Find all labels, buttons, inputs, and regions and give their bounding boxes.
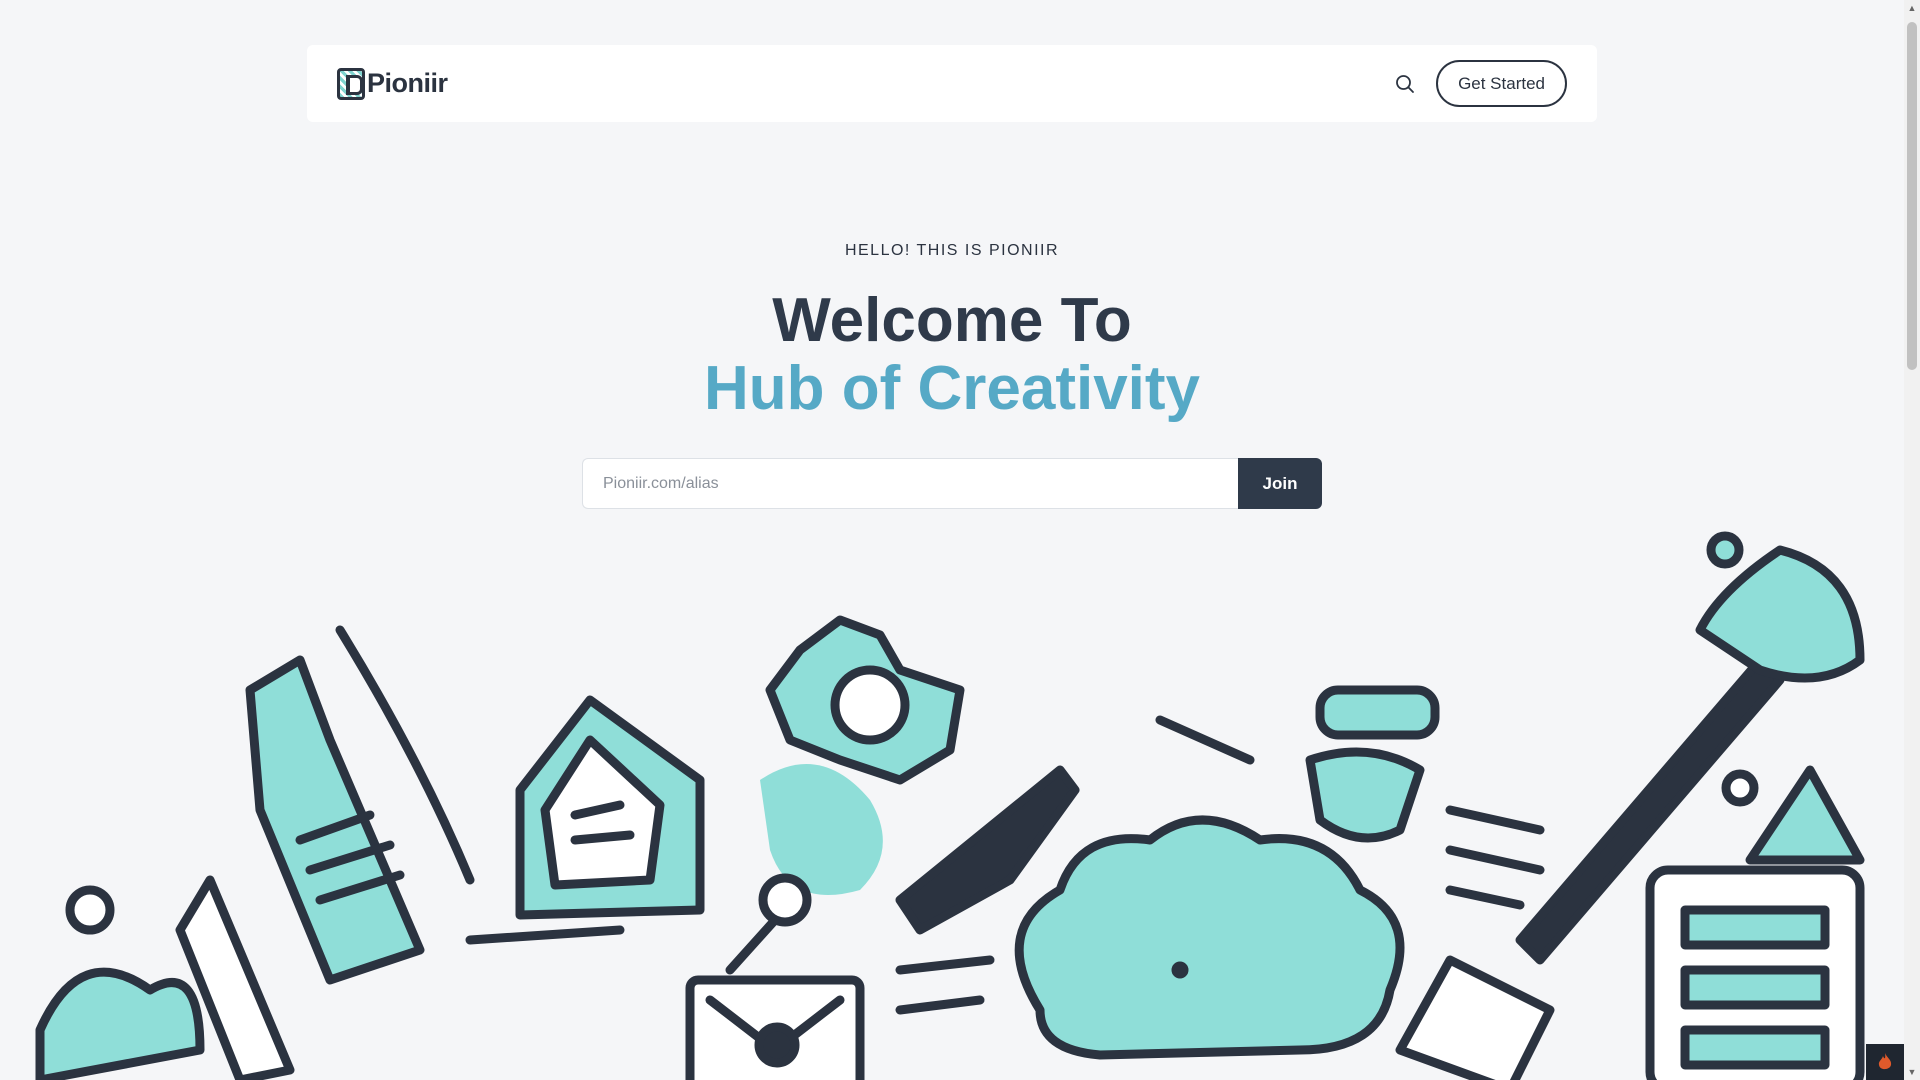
search-icon[interactable] [1390, 69, 1420, 99]
vertical-scrollbar[interactable]: ▲ ▼ [1904, 0, 1920, 1080]
floating-widget-button[interactable] [1866, 1044, 1904, 1080]
flame-icon [1878, 1053, 1892, 1070]
scrollbar-thumb[interactable] [1907, 22, 1917, 370]
get-started-button[interactable]: Get Started [1436, 60, 1567, 107]
scroll-down-arrow-icon[interactable]: ▼ [1904, 1064, 1920, 1080]
brand-name: Pioniir [367, 68, 448, 98]
hero-eyebrow: HELLO! THIS IS PIONIIR [844, 242, 1060, 259]
brand-logo[interactable]: Pioniir [337, 67, 448, 100]
join-button[interactable]: Join [1238, 458, 1322, 509]
hero-title-line1: Welcome To [772, 286, 1132, 355]
creativity-doodle-illustration [35, 531, 1865, 1080]
top-navbar: Pioniir Get Started [307, 45, 1597, 122]
scroll-up-arrow-icon[interactable]: ▲ [1904, 0, 1920, 16]
hero-title-line2: Hub of Creativity [703, 354, 1201, 423]
nav-actions: Get Started [1390, 60, 1567, 107]
logo-icon [337, 67, 365, 100]
alias-input[interactable] [582, 458, 1238, 509]
join-form: Join [582, 458, 1322, 509]
